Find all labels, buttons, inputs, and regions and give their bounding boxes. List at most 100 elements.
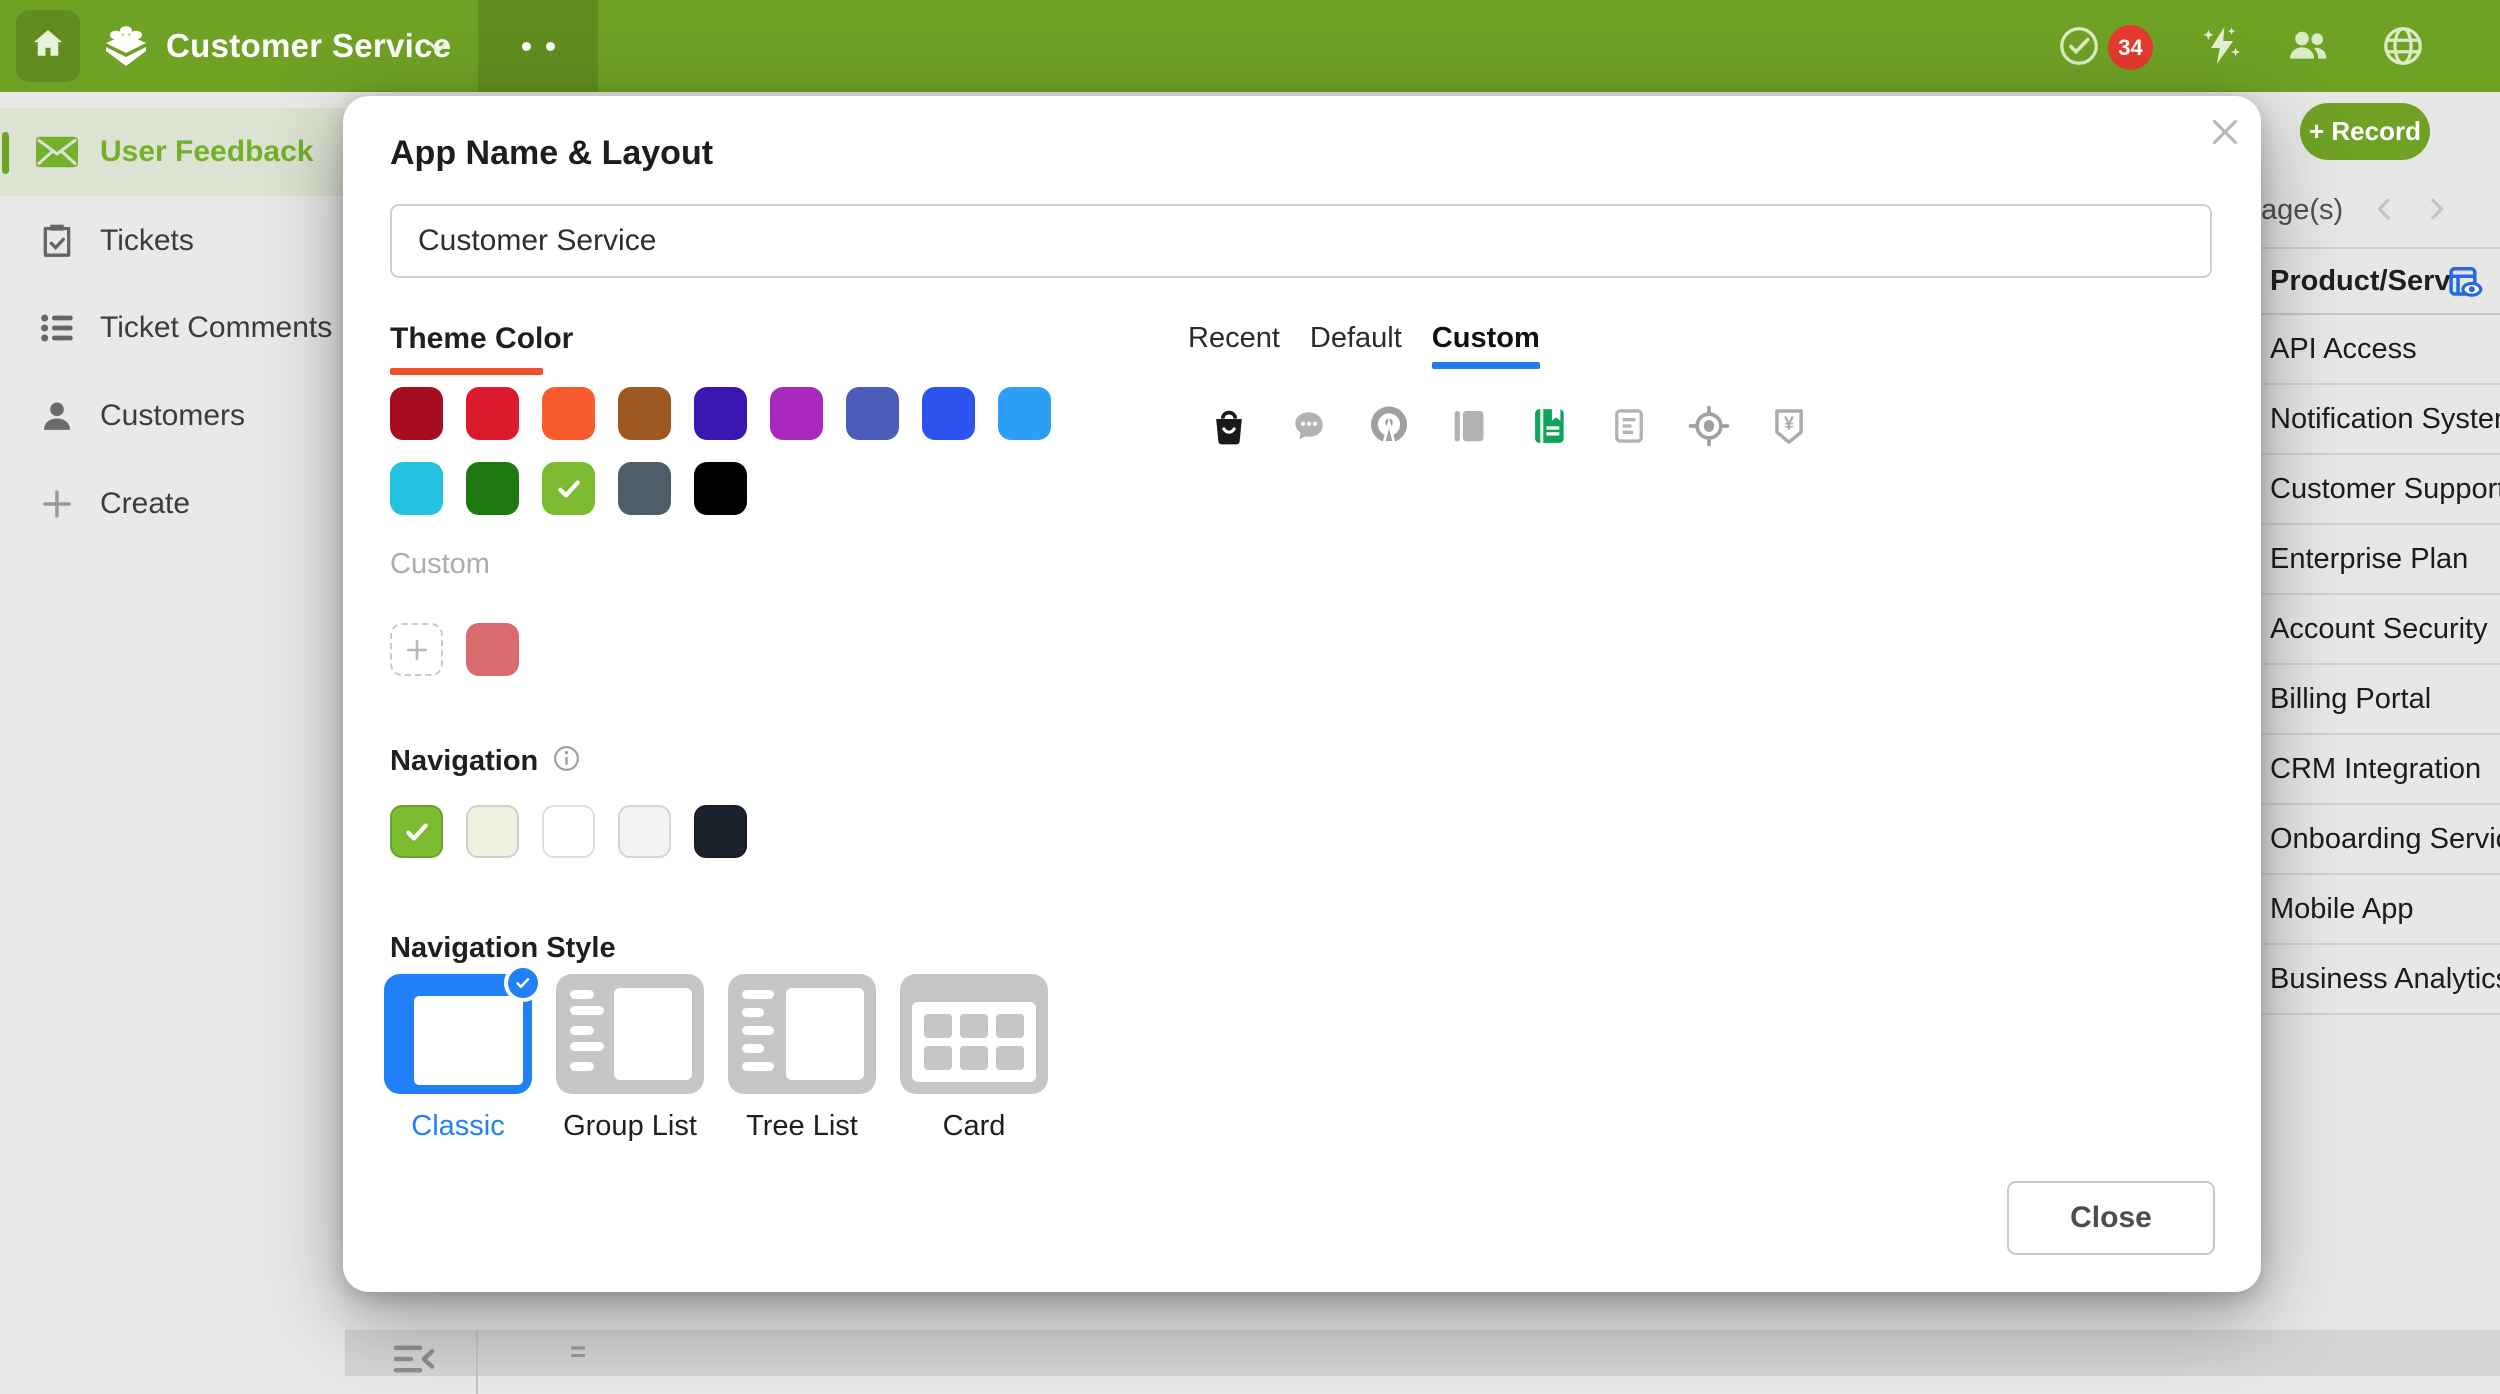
record-row[interactable]: API Access [2262, 315, 2500, 385]
nav-style-tree-list[interactable]: Tree List [728, 974, 876, 1143]
person-icon [36, 397, 78, 435]
document-icon[interactable] [1605, 402, 1653, 450]
toolbar-divider [476, 1330, 478, 1394]
theme-color-swatch[interactable] [390, 462, 443, 515]
yen-badge-icon[interactable]: ¥ [1765, 402, 1813, 450]
ai-sparkle-icon[interactable] [2198, 0, 2246, 92]
sidebar-item-create[interactable]: Create [0, 460, 345, 548]
sidebar-item-label: Customers [100, 399, 245, 433]
navigation-label: Navigation [390, 745, 538, 778]
record-row[interactable]: Billing Portal [2262, 665, 2500, 735]
tab-default[interactable]: Default [1310, 322, 1402, 369]
custom-colors-row [390, 623, 519, 676]
group-list-style-icon [556, 974, 704, 1094]
theme-color-swatch[interactable] [846, 387, 899, 440]
theme-color-swatch[interactable] [618, 462, 671, 515]
theme-color-swatch[interactable] [466, 462, 519, 515]
users-icon[interactable] [2284, 0, 2332, 92]
close-icon[interactable] [2207, 114, 2243, 155]
sidebar-item-customers[interactable]: Customers [0, 372, 345, 460]
tab-custom[interactable]: Custom [1432, 322, 1540, 369]
tab-recent[interactable]: Recent [1188, 322, 1280, 369]
nav-style-group-list[interactable]: Group List [556, 974, 704, 1143]
home-button[interactable] [16, 10, 80, 82]
custom-color-swatch[interactable] [466, 623, 519, 676]
globe-icon[interactable] [2380, 0, 2426, 92]
nav-style-classic[interactable]: Classic [384, 974, 532, 1143]
app-logo-icon [102, 22, 150, 75]
custom-icon-row: ¥ [1205, 402, 1813, 450]
column-header-label: Product/Serv [2262, 265, 2451, 298]
chat-dots-icon[interactable] [1285, 402, 1333, 450]
navigation-style-options: Classic Group List [384, 974, 1048, 1143]
mail-icon [36, 136, 78, 168]
app-name-layout-dialog: App Name & Layout Theme Color Custom Nav… [343, 96, 2261, 1292]
list-icon [36, 308, 78, 348]
theme-color-underline [390, 368, 543, 375]
navigation-color-swatch[interactable] [694, 805, 747, 858]
pagination-label: age(s) [2261, 194, 2343, 227]
nav-style-label: Card [943, 1110, 1006, 1143]
sidebar-item-user-feedback[interactable]: User Feedback [0, 108, 345, 196]
tasks-check-icon[interactable] [2056, 0, 2102, 92]
navigation-color-swatch[interactable] [466, 805, 519, 858]
theme-color-swatch[interactable] [390, 387, 443, 440]
notebook-icon[interactable] [1445, 402, 1493, 450]
theme-color-swatch[interactable] [998, 387, 1051, 440]
theme-color-swatch[interactable] [542, 387, 595, 440]
sidebar-item-label: Create [100, 487, 190, 521]
record-row[interactable]: Mobile App [2262, 875, 2500, 945]
active-item-indicator [2, 132, 9, 174]
target-icon[interactable] [1685, 402, 1733, 450]
notification-badge[interactable]: 34 [2108, 25, 2153, 70]
svg-text:¥: ¥ [1784, 412, 1795, 433]
classic-style-icon [384, 974, 532, 1094]
sidebar-item-label: Tickets [100, 224, 194, 258]
sidebar-item-ticket-comments[interactable]: Ticket Comments [0, 284, 345, 372]
keyhole-icon[interactable] [1365, 402, 1413, 450]
info-icon[interactable] [552, 744, 581, 778]
theme-color-swatch[interactable] [922, 387, 975, 440]
collapse-sidebar-icon[interactable] [393, 1342, 435, 1381]
app-title[interactable]: Customer Service [166, 0, 451, 92]
navigation-color-options [390, 805, 747, 858]
record-list: API AccessNotification SystemCustomer Su… [2262, 315, 2500, 1015]
record-row[interactable]: Enterprise Plan [2262, 525, 2500, 595]
pagination-prev-icon[interactable] [2370, 194, 2400, 229]
navigation-color-swatch[interactable] [542, 805, 595, 858]
record-row[interactable]: Notification System [2262, 385, 2500, 455]
navigation-color-swatch[interactable] [390, 805, 443, 858]
record-row[interactable]: Business Analytics S [2262, 945, 2500, 1015]
record-row[interactable]: CRM Integration [2262, 735, 2500, 805]
record-row[interactable]: Onboarding Service [2262, 805, 2500, 875]
sidebar-item-label: User Feedback [100, 135, 313, 169]
selected-check-badge [504, 964, 542, 1002]
shopping-bag-icon[interactable] [1205, 402, 1253, 450]
table-column-header[interactable]: Product/Serv [2262, 247, 2500, 315]
form-view-eye-icon[interactable] [2446, 263, 2484, 306]
plus-icon [36, 486, 78, 522]
sidebar-item-tickets[interactable]: Tickets [0, 197, 345, 285]
pagination-next-icon[interactable] [2421, 194, 2451, 229]
resize-handle[interactable]: = [570, 1336, 586, 1368]
record-row[interactable]: Customer Support [2262, 455, 2500, 525]
top-header: Customer Service 34 [0, 0, 2500, 92]
add-custom-color-button[interactable] [390, 623, 443, 676]
theme-color-swatch[interactable] [542, 462, 595, 515]
green-book-icon[interactable] [1525, 402, 1573, 450]
card-style-icon [900, 974, 1048, 1094]
nav-style-label: Classic [411, 1110, 504, 1143]
theme-color-swatch[interactable] [770, 387, 823, 440]
theme-color-swatch[interactable] [466, 387, 519, 440]
record-row[interactable]: Account Security [2262, 595, 2500, 665]
nav-style-card[interactable]: Card [900, 974, 1048, 1143]
navigation-color-swatch[interactable] [618, 805, 671, 858]
custom-colors-label: Custom [390, 548, 490, 581]
theme-color-swatch[interactable] [694, 462, 747, 515]
theme-color-swatch[interactable] [694, 387, 747, 440]
add-record-button[interactable]: + Record [2300, 103, 2430, 160]
app-name-input[interactable] [390, 204, 2212, 278]
close-button[interactable]: Close [2007, 1181, 2215, 1255]
more-apps-menu[interactable] [478, 0, 598, 92]
theme-color-swatch[interactable] [618, 387, 671, 440]
